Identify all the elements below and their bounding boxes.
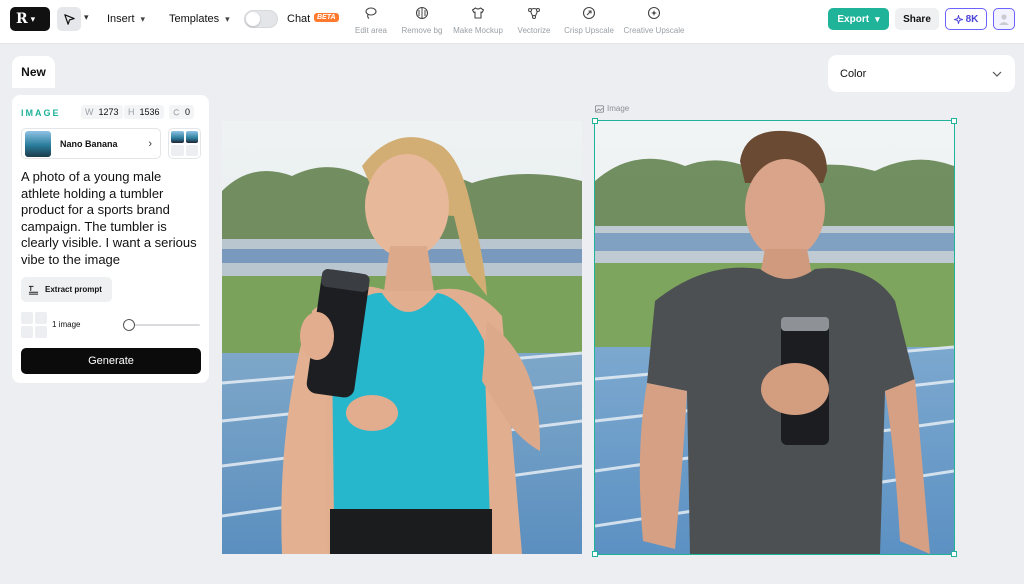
share-button[interactable]: Share [895,8,939,30]
width-field[interactable]: W 1273 [81,105,123,119]
extract-prompt-label: Extract prompt [45,285,102,294]
resize-handle-bottom-left[interactable] [592,551,598,557]
insert-menu-label: Insert [107,13,135,25]
image-tag: Image [595,104,629,113]
new-tab-label: New [21,65,46,79]
generate-label: Generate [88,355,134,367]
app-logo-menu[interactable]: R ▾ [10,7,50,31]
count-cell [21,326,33,338]
width-value: 1273 [98,107,119,117]
chevron-down-icon[interactable]: ▾ [84,12,89,23]
export-button[interactable]: Export ▾ [828,8,889,30]
chevron-right-icon: › [148,137,152,150]
share-label: Share [903,13,931,25]
image-count-icon[interactable] [21,312,47,338]
toggle-knob [246,12,260,26]
crisp-upscale-tool[interactable]: Crisp Upscale [554,6,624,35]
cursor-icon [63,13,75,25]
model-name: Nano Banana [60,138,118,149]
generated-image-male-athlete[interactable] [595,121,954,554]
text-lines-icon [28,285,39,295]
chevron-down-icon [992,71,1002,77]
seed-field[interactable]: 0 [169,105,195,119]
color-dropdown-label: Color [840,67,867,80]
model-selector[interactable]: Nano Banana › [21,128,161,159]
count-cell [35,312,47,324]
resize-handle-bottom-right[interactable] [951,551,957,557]
shirt-icon [471,7,485,19]
image-count-label: 1 image [52,320,81,329]
extract-prompt-button[interactable]: Extract prompt [21,277,112,302]
crisp-upscale-label: Crisp Upscale [564,26,614,35]
select-tool-button[interactable] [57,7,81,31]
vectorize-label: Vectorize [517,26,551,35]
count-cell [35,326,47,338]
height-field[interactable]: H 1536 [124,105,164,119]
user-avatar-button[interactable] [993,8,1015,30]
remove-bg-icon [415,6,429,20]
top-toolbar: R ▾ ▾ Insert ▾ Templates ▾ Chat BETA Edi… [0,0,1024,44]
make-mockup-label: Make Mockup [453,26,503,35]
generated-image-female-athlete[interactable] [222,121,582,554]
chevron-down-icon: ▾ [875,13,880,24]
chat-label: Chat [287,13,311,25]
empty-slot [185,144,198,156]
remove-bg-label: Remove bg [401,26,443,35]
lasso-icon [365,7,377,19]
resize-handle-top-right[interactable] [951,118,957,124]
logo-icon: R [16,11,28,27]
width-key: W [85,107,94,117]
credits-button[interactable]: 8K [945,8,987,30]
export-label: Export [837,13,870,25]
resize-handle-top-left[interactable] [592,118,598,124]
image-tag-label: Image [607,104,630,113]
count-cell [21,312,33,324]
beta-badge: BETA [314,13,339,22]
chevron-down-icon: ▾ [30,13,36,24]
chat-toggle[interactable] [244,10,278,28]
vector-nodes-icon [528,8,540,19]
creative-upscale-label: Creative Upscale [623,26,685,35]
edit-area-label: Edit area [354,26,388,35]
upscale-icon [582,6,596,20]
image-icon [595,104,604,113]
insert-menu[interactable]: Insert ▾ [107,13,145,25]
new-tab[interactable]: New [12,56,55,88]
reference-images[interactable] [168,128,201,159]
sparkle-icon [953,14,963,24]
section-label: IMAGE [21,108,61,118]
seed-icon [173,108,180,115]
generation-panel: IMAGE W 1273 H 1536 0 Nano Banana › A ph… [12,95,209,383]
seed-value: 0 [185,107,191,117]
creative-upscale-tool[interactable]: Creative Upscale [619,6,689,35]
height-key: H [128,107,135,117]
reference-thumbnail [171,131,184,143]
image-count-slider[interactable] [125,324,200,326]
chevron-down-icon: ▾ [225,13,230,24]
height-value: 1536 [139,107,160,117]
avatar-icon [999,14,1009,25]
credits-label: 8K [965,13,979,25]
color-dropdown[interactable]: Color [828,55,1015,92]
chevron-down-icon: ▾ [140,13,146,24]
templates-menu[interactable]: Templates ▾ [169,13,230,25]
generate-button[interactable]: Generate [21,348,201,374]
templates-menu-label: Templates [169,13,220,25]
empty-slot [171,144,184,156]
slider-handle[interactable] [123,319,135,331]
reference-thumbnail [185,131,198,143]
sparkle-upscale-icon [647,6,661,20]
model-thumbnail [25,130,51,157]
prompt-text[interactable]: A photo of a young male athlete holding … [21,169,201,268]
